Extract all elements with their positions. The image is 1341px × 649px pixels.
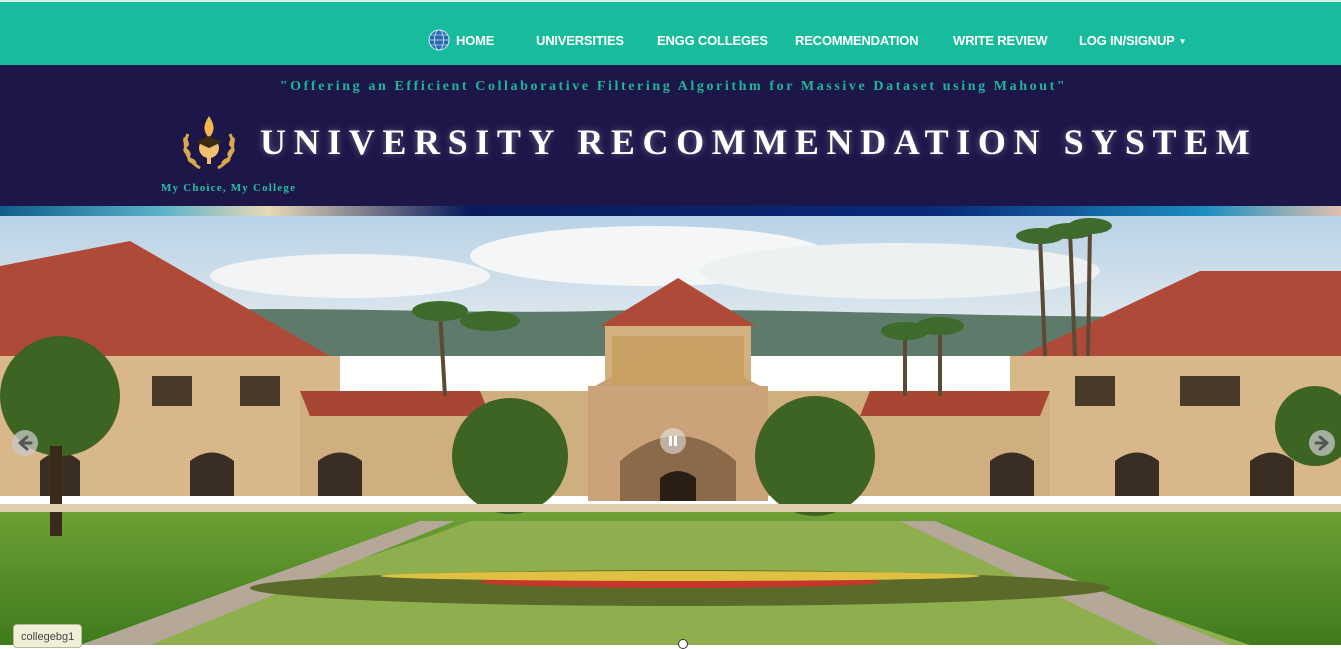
arrow-right-icon	[1314, 435, 1329, 451]
project-tagline: "Offering an Efficient Collaborative Fil…	[279, 79, 1068, 94]
nav-login-signup-dropdown[interactable]: LOG IN/SIGNUP ▼	[1079, 2, 1187, 65]
slider-indicator-dot[interactable]	[678, 639, 688, 649]
arrow-left-icon	[18, 435, 33, 451]
slider-next-button[interactable]	[1309, 430, 1335, 456]
hero-top-strip	[0, 206, 1341, 216]
nav-recommendation[interactable]: RECOMMENDATION	[795, 2, 919, 65]
nav-universities[interactable]: UNIVERSITIES	[536, 2, 624, 65]
nav-home[interactable]: HOME	[456, 2, 494, 65]
slide-caption-tooltip: collegebg1	[13, 624, 83, 648]
graduate-emblem-icon	[183, 116, 235, 170]
nav-write-review[interactable]: WRITE REVIEW	[953, 2, 1048, 65]
top-navbar: HOME UNIVERSITIES ENGG COLLEGES RECOMMEN…	[0, 0, 1341, 65]
site-title: UNIVERSITY RECOMMENDATION SYSTEM	[260, 122, 1258, 162]
pause-icon	[669, 436, 677, 446]
globe-icon	[428, 29, 450, 51]
nav-login-signup-label: LOG IN/SIGNUP	[1079, 33, 1175, 48]
caret-down-icon: ▼	[1178, 37, 1187, 46]
nav-engg-colleges[interactable]: ENGG COLLEGES	[657, 2, 768, 65]
slider-pause-button[interactable]	[660, 428, 686, 454]
slider-prev-button[interactable]	[12, 430, 38, 456]
header-banner: "Offering an Efficient Collaborative Fil…	[0, 65, 1341, 206]
site-motto: My Choice, My College	[161, 182, 297, 194]
